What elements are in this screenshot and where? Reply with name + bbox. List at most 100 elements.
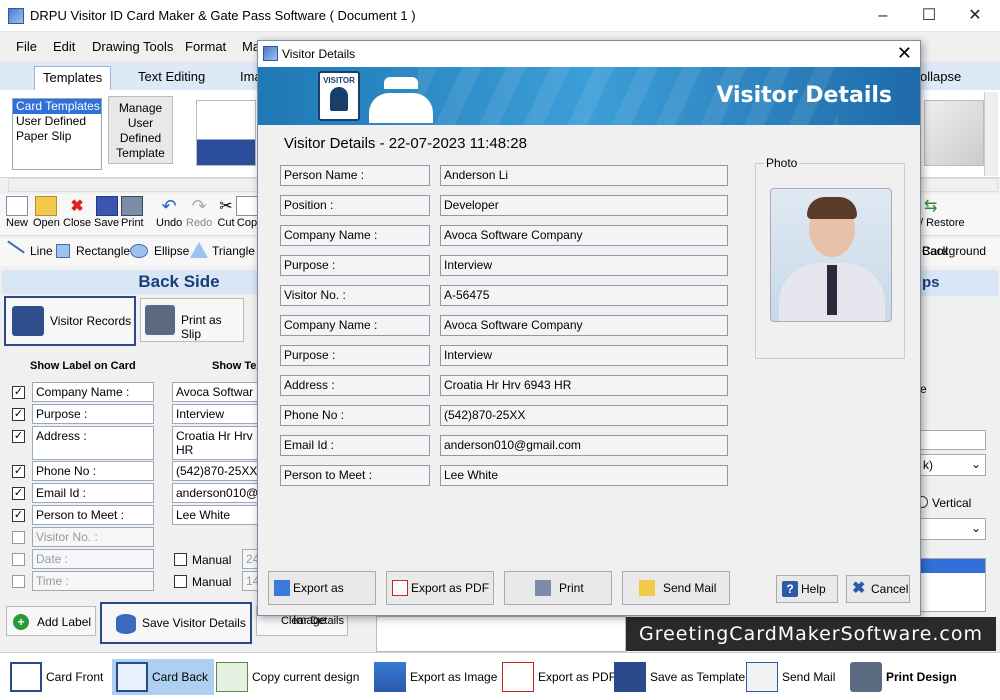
print-as-slip-label: Print as Slip [181,313,222,341]
close-icon[interactable]: ✕ [952,0,998,31]
right-panel-list[interactable] [920,558,986,612]
card-back-button[interactable]: Card Back [112,659,215,695]
right-panel-dropdown[interactable]: k) ⌄ [920,454,986,476]
right-panel-input[interactable] [920,430,986,450]
ellipse-tool[interactable]: Ellipse [154,244,189,258]
label-field[interactable]: Person to Meet : [32,505,154,525]
print-button[interactable]: Print [121,196,144,229]
label-field[interactable]: Email Id : [32,483,154,503]
menu-drawing-tools[interactable]: Drawing Tools [92,39,173,54]
open-button[interactable]: Open [33,196,60,229]
row-checkbox[interactable]: ✓ [12,408,25,421]
print-button[interactable]: Print [504,571,612,605]
tab-templates[interactable]: Templates [34,66,112,90]
design-canvas[interactable] [376,616,626,652]
cut-button[interactable]: ✂ Cut [215,196,237,229]
label-field[interactable]: Visitor No. : [32,527,154,547]
export-as-image-button[interactable]: Export as Image [268,571,376,627]
label-field[interactable]: Phone No : [32,461,154,481]
list-item[interactable] [921,559,985,573]
visitor-records-button[interactable]: Visitor Records [4,296,136,346]
badge-text: VISITOR [323,76,355,85]
row-checkbox[interactable]: ✓ [12,509,25,522]
print-design-button[interactable]: Print Design [846,659,957,695]
field-row: Address : Croatia Hr Hrv 6943 HR [280,375,730,397]
export-pdf-button[interactable]: Export as PDF [498,659,616,695]
manual-checkbox[interactable] [174,553,187,566]
redo-button[interactable]: ↷ Redo [186,196,212,229]
line-tool[interactable]: Line [30,244,53,258]
triangle-icon [190,242,208,258]
field-value[interactable]: Lee White [440,465,728,486]
triangle-tool[interactable]: Triangle [212,244,255,258]
cancel-button[interactable]: ✖ Cancel [846,575,910,603]
send-mail-button[interactable]: Send Mail [742,659,835,695]
save-button[interactable]: Save [94,196,119,229]
field-value[interactable]: A-56475 [440,285,728,306]
save-as-template-button[interactable]: Save as Template [610,659,745,695]
field-value[interactable]: Croatia Hr Hrv 6943 HR [440,375,728,396]
menu-edit[interactable]: Edit [53,39,75,54]
manual-checkbox[interactable] [174,575,187,588]
field-value[interactable]: (542)870-25XX [440,405,728,426]
maximize-icon[interactable]: ☐ [906,0,952,31]
copy-current-design-button[interactable]: Copy current design [212,659,359,695]
row-checkbox[interactable]: ✓ [12,487,25,500]
row-checkbox[interactable] [12,531,25,544]
background-label: Background [922,244,987,258]
close-button[interactable]: ✖ Close [63,196,91,229]
print-as-slip-button[interactable]: Print as Slip [140,298,244,342]
manage-user-defined-template-button[interactable]: Manage User Defined Template [108,96,173,164]
field-value[interactable]: Interview [440,255,728,276]
help-button[interactable]: ? Help [776,575,838,603]
copy-button[interactable]: Cop [236,196,258,229]
ribbon-scrollbar[interactable] [984,92,998,176]
list-item[interactable]: Paper Slip [13,129,101,144]
field-value[interactable]: Developer [440,195,728,216]
export-image-button[interactable]: Export as Image [370,659,497,695]
right-panel-dropdown[interactable]: ⌄ [920,518,986,540]
tab-text-editing[interactable]: Text Editing [130,66,213,90]
label-field[interactable]: Address : [32,426,154,460]
card-front-button[interactable]: Card Front [6,659,103,695]
save-visitor-details-button[interactable]: Save Visitor Details [100,602,252,644]
field-value[interactable]: anderson010@gmail.com [440,435,728,456]
label-field[interactable]: Purpose : [32,404,154,424]
list-item[interactable]: User Defined [13,114,101,129]
minimize-icon[interactable]: – [860,0,906,31]
field-value[interactable]: Avoca Software Company [440,225,728,246]
new-button[interactable]: New [6,196,28,229]
template-thumbnail[interactable] [196,100,256,166]
template-type-list[interactable]: Card Templates User Defined Paper Slip [12,98,102,170]
restore-button[interactable]: ⇆ / Restore [920,196,965,229]
undo-button[interactable]: ↶ Undo [156,196,182,229]
menu-file[interactable]: File [16,39,37,54]
undo-label: Undo [156,217,183,229]
guard-cap [384,77,418,89]
mail-icon [746,662,778,692]
dropdown-value: k) [923,458,933,472]
template-thumbnail[interactable] [924,100,984,166]
close-icon[interactable]: ✕ [897,43,912,64]
field-value[interactable]: Interview [440,345,728,366]
rectangle-tool[interactable]: Rectangle [76,244,130,258]
field-label: Company Name : [280,225,430,246]
send-mail-button[interactable]: Send Mail [622,571,730,605]
list-item[interactable]: Card Templates [13,99,101,114]
row-checkbox[interactable]: ✓ [12,386,25,399]
row-checkbox[interactable]: ✓ [12,430,25,443]
card-front-label: Card Front [46,670,104,684]
label-field[interactable]: Time : [32,571,154,591]
field-value[interactable]: Avoca Software Company [440,315,728,336]
add-label-button[interactable]: + Add Label [6,606,96,636]
field-value[interactable]: Anderson Li [440,165,728,186]
row-checkbox[interactable]: ✓ [12,465,25,478]
field-row: Purpose : Interview [280,345,730,367]
row-checkbox[interactable] [12,575,25,588]
row-checkbox[interactable] [12,553,25,566]
field-label: Phone No : [280,405,430,426]
menu-format[interactable]: Format [185,39,226,54]
label-field[interactable]: Date : [32,549,154,569]
export-as-pdf-button[interactable]: Export as PDF [386,571,494,605]
label-field[interactable]: Company Name : [32,382,154,402]
